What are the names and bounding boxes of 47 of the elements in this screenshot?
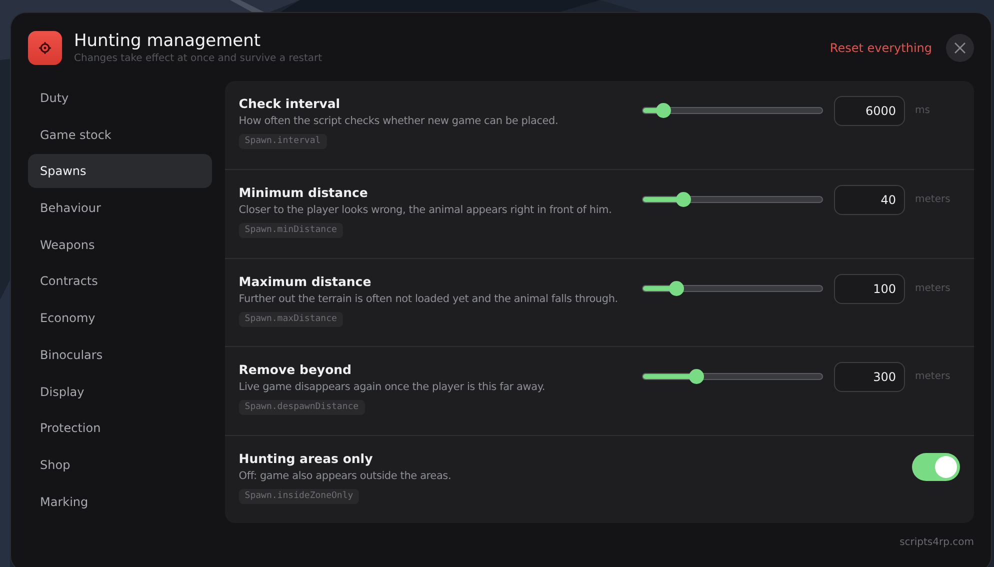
sidebar-item[interactable]: Economy (28, 301, 212, 336)
value-field[interactable]: 40 (834, 185, 905, 216)
sidebar-item[interactable]: Marking (28, 484, 212, 519)
sidebar-item[interactable]: Protection (28, 411, 212, 446)
config-key: Spawn.interval (238, 134, 327, 149)
slider-thumb[interactable] (676, 192, 692, 208)
unit-label: meters (915, 282, 952, 296)
sidebar-item[interactable]: Contracts (28, 264, 212, 298)
config-key: Spawn.maxDistance (238, 312, 343, 327)
setting-title: Minimum distance (238, 184, 368, 202)
setting-title: Remove beyond (238, 361, 352, 378)
footer-text: scripts4rp.com (900, 537, 974, 548)
value-field[interactable]: 100 (834, 274, 905, 304)
unit-label: meters (915, 370, 952, 384)
setting-description: Further out the terrain is often not loaded yet and the animal falls through. (238, 292, 618, 307)
slider-thumb[interactable] (656, 103, 672, 118)
setting-description: Off: game also appears outside the areas. (238, 468, 452, 484)
setting-title: Maximum distance (238, 272, 372, 290)
sidebar-item[interactable]: Game stock (28, 118, 212, 152)
window-title: Hunting management (74, 30, 262, 52)
config-key: Spawn.minDistance (238, 223, 343, 238)
sidebar-item[interactable]: Behaviour (28, 191, 212, 226)
slider-thumb[interactable] (669, 280, 684, 296)
setting-title: Hunting areas only (238, 450, 373, 467)
close-icon (954, 42, 966, 54)
setting-description: Closer to the player looks wrong, the animal appears right in front of him. (238, 203, 612, 218)
toggle-switch[interactable] (912, 452, 960, 481)
sidebar-item[interactable]: Spawns (28, 154, 212, 188)
setting-description: Live game disappears again once the player is this far away. (238, 380, 546, 396)
unit-label: ms (915, 104, 931, 118)
value-field[interactable]: 300 (834, 362, 905, 392)
window-subtitle: Changes take effect at once and survive a restart (74, 52, 324, 66)
unit-label: meters (915, 193, 952, 208)
app-icon (28, 31, 62, 65)
sidebar-item[interactable]: Shop (28, 448, 212, 482)
close-button[interactable] (946, 34, 974, 62)
value-field[interactable]: 6000 (834, 96, 905, 126)
slider-thumb[interactable] (688, 369, 704, 384)
config-key: Spawn.insideZoneOnly (238, 488, 360, 504)
sidebar-item[interactable]: Display (28, 374, 212, 408)
sidebar-item[interactable]: Binoculars (28, 338, 212, 372)
config-key: Spawn.despawnDistance (238, 400, 365, 416)
reset-button[interactable]: Reset everything (830, 41, 932, 55)
sidebar-item[interactable]: Weapons (28, 228, 212, 262)
sidebar-item[interactable]: Duty (28, 81, 212, 115)
setting-description: How often the script checks whether new game can be placed. (238, 114, 558, 129)
setting-title: Check interval (238, 95, 340, 112)
